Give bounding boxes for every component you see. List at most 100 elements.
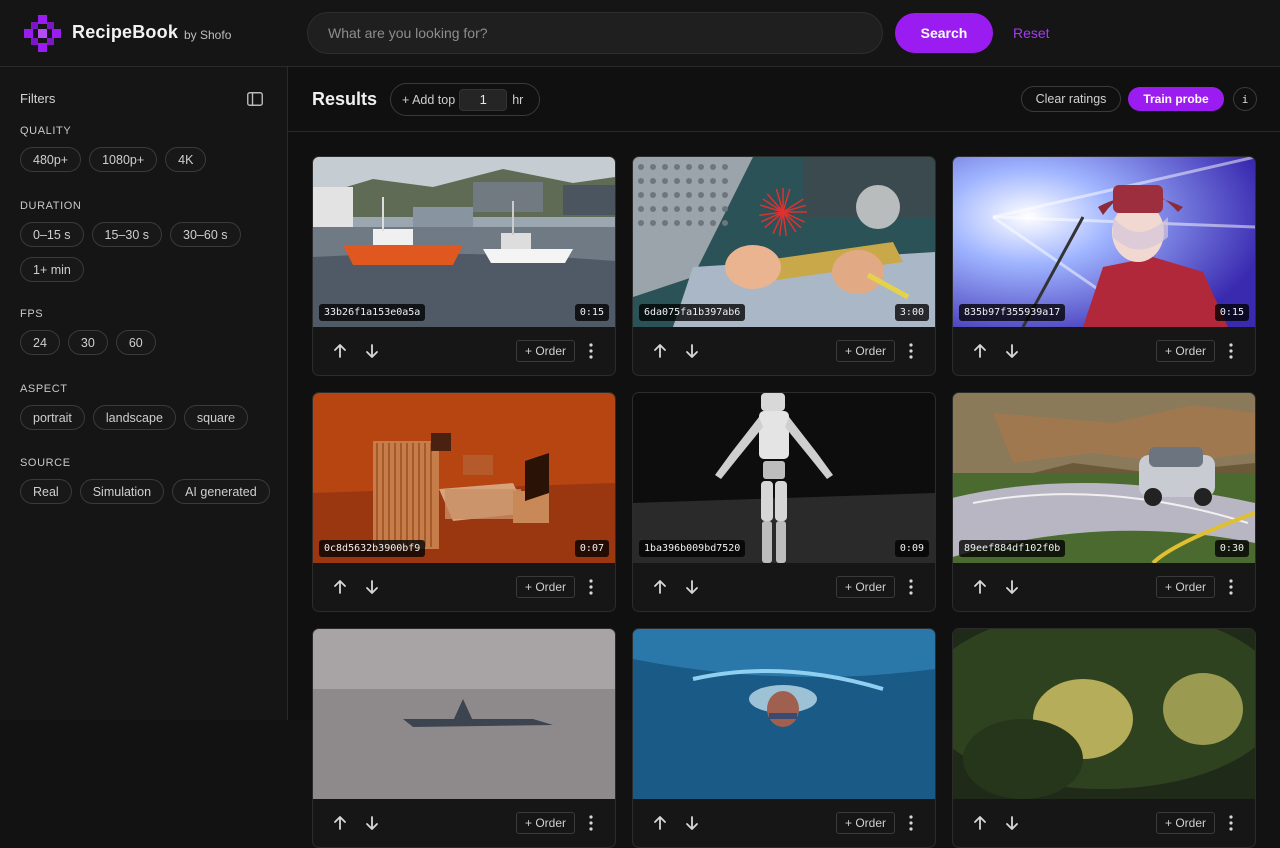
upvote-arrow-icon[interactable] [970,341,990,361]
filter-chip[interactable]: 60 [116,330,156,355]
order-button[interactable]: + Order [836,340,895,362]
downvote-arrow-icon[interactable] [682,341,702,361]
filter-chip[interactable]: Simulation [80,479,164,504]
result-card[interactable]: 835b97f355939a170:15 + Order [952,156,1256,376]
order-button[interactable]: + Order [1156,576,1215,598]
card-actions: + Order [313,327,615,375]
upvote-arrow-icon[interactable] [650,341,670,361]
filter-chip[interactable]: square [184,405,248,430]
filter-chip[interactable]: 30–60 s [170,222,240,247]
thumbnail-image [633,157,935,327]
more-options-icon[interactable] [1225,578,1237,596]
upvote-arrow-icon[interactable] [330,577,350,597]
video-thumbnail[interactable] [953,629,1255,799]
video-thumbnail[interactable]: 89eef884df102f0b0:30 [953,393,1255,563]
thumbnail-image [953,157,1255,327]
result-card[interactable]: 89eef884df102f0b0:30 + Order [952,392,1256,612]
more-options-icon[interactable] [1225,814,1237,832]
upvote-arrow-icon[interactable] [970,813,990,833]
video-thumbnail[interactable]: 1ba396b009bd75200:09 [633,393,935,563]
result-card[interactable]: + Order [312,628,616,848]
reset-link[interactable]: Reset [1013,25,1050,41]
filter-chip[interactable]: AI generated [172,479,270,504]
video-thumbnail[interactable]: 6da075fa1b397ab63:00 [633,157,935,327]
filter-chip[interactable]: landscape [93,405,176,430]
more-options-icon[interactable] [905,814,917,832]
search-button[interactable]: Search [895,13,993,53]
filter-chip[interactable]: 1+ min [20,257,84,282]
card-actions: + Order [953,327,1255,375]
search-input[interactable] [308,13,882,53]
recipebook-logo-icon [24,15,61,52]
results-panel: Results + Add top hr Clear ratings Train… [288,67,1280,720]
video-id-badge: 89eef884df102f0b [959,540,1065,557]
clear-ratings-button[interactable]: Clear ratings [1021,86,1121,112]
order-button[interactable]: + Order [1156,812,1215,834]
filter-chip[interactable]: 24 [20,330,60,355]
order-button[interactable]: + Order [516,576,575,598]
downvote-arrow-icon[interactable] [362,341,382,361]
more-options-icon[interactable] [585,342,597,360]
card-actions: + Order [633,563,935,611]
filter-chip[interactable]: 30 [68,330,108,355]
more-options-icon[interactable] [1225,342,1237,360]
train-probe-button[interactable]: Train probe [1128,87,1224,111]
card-actions: + Order [953,799,1255,847]
result-card[interactable]: 33b26f1a153e0a5a 0:15 + Order [312,156,616,376]
video-id-badge: 33b26f1a153e0a5a [319,304,425,321]
downvote-arrow-icon[interactable] [362,577,382,597]
upvote-arrow-icon[interactable] [330,341,350,361]
more-options-icon[interactable] [585,578,597,596]
downvote-arrow-icon[interactable] [1002,577,1022,597]
video-thumbnail[interactable]: 33b26f1a153e0a5a 0:15 [313,157,615,327]
upvote-arrow-icon[interactable] [970,577,990,597]
result-card[interactable]: + Order [952,628,1256,848]
filter-chip[interactable]: 4K [165,147,206,172]
filter-chip[interactable]: 15–30 s [92,222,162,247]
thumbnail-image [953,393,1255,563]
add-top-hours-input[interactable] [459,89,507,111]
downvote-arrow-icon[interactable] [1002,813,1022,833]
order-button[interactable]: + Order [516,812,575,834]
upvote-arrow-icon[interactable] [330,813,350,833]
downvote-arrow-icon[interactable] [682,813,702,833]
filter-chip[interactable]: portrait [20,405,85,430]
thumbnail-image [633,393,935,563]
result-card[interactable]: + Order [632,628,936,848]
downvote-arrow-icon[interactable] [1002,341,1022,361]
upvote-arrow-icon[interactable] [650,813,670,833]
filter-chip[interactable]: 1080p+ [89,147,157,172]
filter-chip[interactable]: Real [20,479,72,504]
filter-group-label: FPS [20,308,270,320]
downvote-arrow-icon[interactable] [682,577,702,597]
filter-group-fps: FPS 24 30 60 [20,308,270,355]
order-button[interactable]: + Order [836,812,895,834]
result-card[interactable]: 1ba396b009bd75200:09 + Order [632,392,936,612]
upvote-arrow-icon[interactable] [650,577,670,597]
duration-badge: 0:15 [575,304,609,321]
add-top-button[interactable]: + Add top [402,93,455,107]
add-top-control: + Add top hr [390,83,540,116]
downvote-arrow-icon[interactable] [362,813,382,833]
filter-group-aspect: ASPECTportraitlandscapesquare [20,383,270,430]
thumbnail-image [313,629,615,799]
collapse-sidebar-icon[interactable] [247,92,263,106]
thumbnail-image [313,157,615,327]
video-thumbnail[interactable] [633,629,935,799]
more-options-icon[interactable] [585,814,597,832]
filter-chip[interactable]: 480p+ [20,147,81,172]
more-options-icon[interactable] [905,342,917,360]
filter-chip[interactable]: 0–15 s [20,222,84,247]
filter-group-duration: DURATION0–15 s15–30 s30–60 s1+ min [20,200,270,282]
order-button[interactable]: + Order [1156,340,1215,362]
info-button[interactable]: i [1233,87,1257,111]
order-button[interactable]: + Order [516,340,575,362]
more-options-icon[interactable] [905,578,917,596]
result-card[interactable]: 6da075fa1b397ab63:00 + Order [632,156,936,376]
order-button[interactable]: + Order [836,576,895,598]
video-thumbnail[interactable]: 0c8d5632b3900bf90:07 [313,393,615,563]
video-thumbnail[interactable] [313,629,615,799]
video-thumbnail[interactable]: 835b97f355939a170:15 [953,157,1255,327]
result-card[interactable]: 0c8d5632b3900bf90:07 + Order [312,392,616,612]
thumbnail-image [633,629,935,799]
